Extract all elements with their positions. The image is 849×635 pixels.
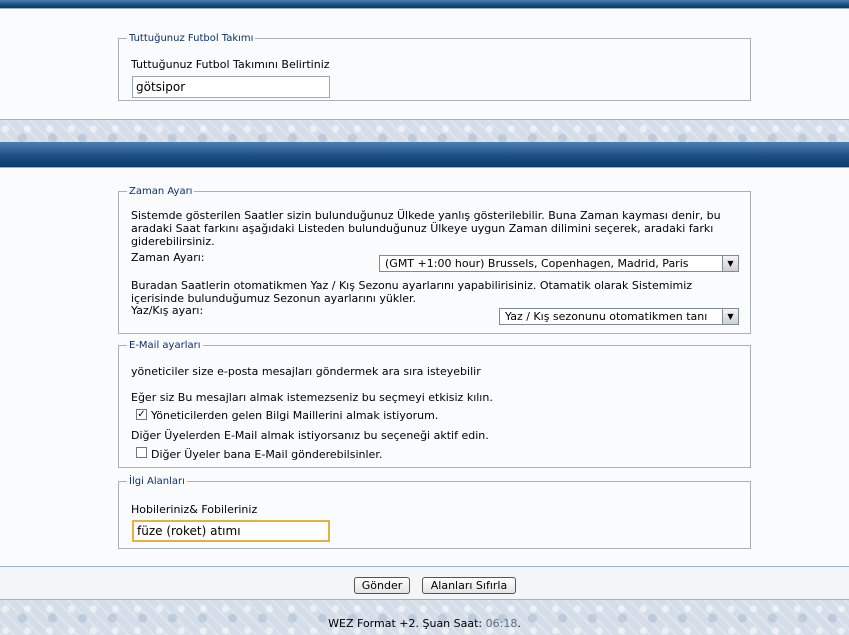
admin-mail-checkbox[interactable]: ✓ bbox=[136, 409, 147, 420]
pattern-strip bbox=[0, 120, 849, 142]
interests-label: Hobileriniz& Fobileriniz bbox=[131, 503, 258, 516]
timezone-select[interactable]: (GMT +1:00 hour) Brussels, Copenhagen, M… bbox=[379, 255, 739, 272]
check-icon: ✓ bbox=[137, 409, 146, 420]
dst-label: Yaz/Kış ayarı: bbox=[131, 304, 204, 317]
dst-description: Buradan Saatlerin otomatikmen Yaz / Kış … bbox=[131, 279, 693, 305]
button-bar: Gönder Alanları Sıfırla bbox=[0, 566, 849, 600]
dst-select[interactable]: Yaz / Kış sezonunu otomatikmen tanı ▼ bbox=[499, 308, 739, 325]
email-legend: E-Mail ayarları bbox=[129, 340, 201, 351]
zone-label: Zaman Ayarı: bbox=[131, 251, 205, 264]
panel-settings: Zaman Ayarı Sistemde gösterilen Saatler … bbox=[0, 167, 849, 567]
team-legend: Tuttuğunuz Futbol Takımı bbox=[129, 33, 254, 44]
dst-value: Yaz / Kış sezonunu otomatikmen tanı bbox=[505, 310, 708, 323]
header-band-top bbox=[0, 0, 849, 8]
team-fieldset: Tuttuğunuz Futbol Takımı Tuttuğunuz Futb… bbox=[118, 33, 751, 101]
panel-team: Tuttuğunuz Futbol Takımı Tuttuğunuz Futb… bbox=[0, 8, 849, 120]
email-intro: yöneticiler size e-posta mesajları gönde… bbox=[131, 365, 481, 378]
interests-fieldset: İlgi Alanları Hobileriniz& Fobileriniz bbox=[118, 476, 751, 549]
team-input[interactable] bbox=[132, 76, 330, 98]
time-description: Sistemde gösterilen Saatler sizin bulund… bbox=[131, 209, 721, 248]
email-fieldset: E-Mail ayarları yöneticiler size e-posta… bbox=[118, 340, 751, 468]
members-mail-label: Diğer Üyeler bana E-Mail gönderebilsinle… bbox=[151, 448, 383, 461]
chevron-down-icon: ▼ bbox=[722, 309, 738, 324]
submit-button[interactable]: Gönder bbox=[354, 577, 410, 594]
chevron-down-icon: ▼ bbox=[722, 256, 738, 271]
team-label: Tuttuğunuz Futbol Takımını Belirtiniz bbox=[131, 58, 330, 71]
timezone-value: (GMT +1:00 hour) Brussels, Copenhagen, M… bbox=[385, 257, 689, 270]
time-fieldset: Zaman Ayarı Sistemde gösterilen Saatler … bbox=[118, 186, 751, 334]
footer-format: WEZ Format +2. Şuan Saat: bbox=[328, 617, 483, 630]
reset-button[interactable]: Alanları Sıfırla bbox=[422, 577, 516, 594]
footer: WEZ Format +2. Şuan Saat: 06:18. bbox=[0, 617, 849, 630]
interests-legend: İlgi Alanları bbox=[129, 476, 185, 487]
interests-input[interactable] bbox=[132, 520, 330, 542]
footer-period: . bbox=[517, 617, 521, 630]
admin-mail-label: Yöneticilerden gelen Bilgi Maillerini al… bbox=[151, 409, 439, 422]
email-hint-admin: Eğer siz Bu mesajları almak istemezseniz… bbox=[131, 391, 493, 404]
members-mail-checkbox[interactable] bbox=[136, 447, 147, 458]
email-hint-members: Diğer Üyelerden E-Mail almak istiyorsanı… bbox=[131, 429, 489, 442]
time-legend: Zaman Ayarı bbox=[129, 186, 193, 197]
footer-clock: 06:18 bbox=[485, 617, 518, 630]
header-band-middle bbox=[0, 142, 849, 167]
